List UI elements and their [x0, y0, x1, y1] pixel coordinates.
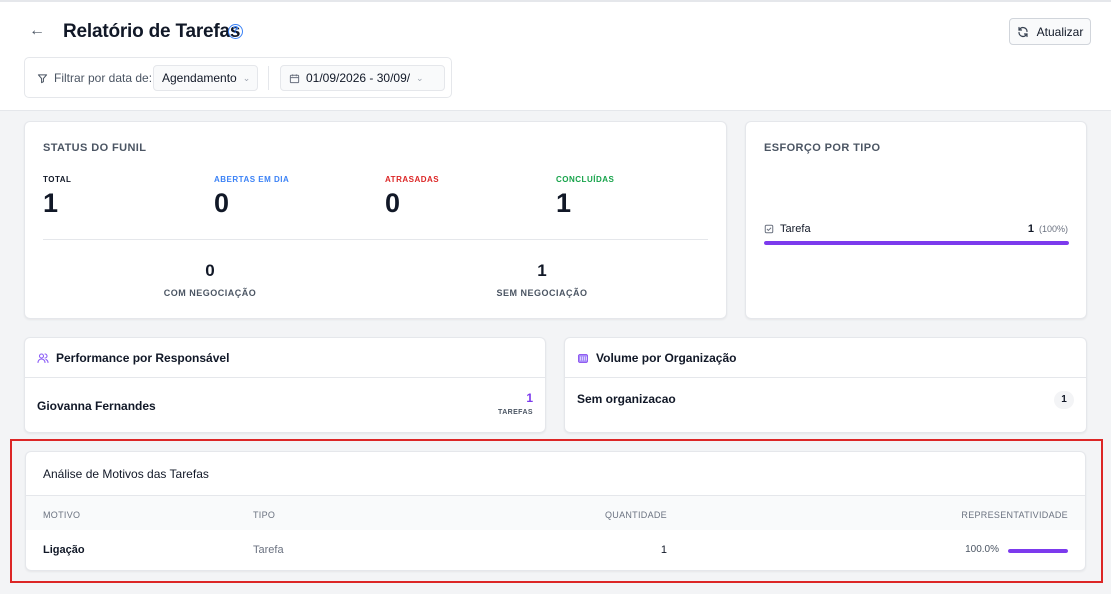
stat-open-value: 0 [214, 188, 230, 218]
page-title: Relatório de Tarefas [63, 21, 241, 42]
filter-divider [268, 66, 269, 90]
col-motivo: MOTIVO [43, 510, 81, 520]
date-range-value: 01/09/2026 - 30/09/2026 [306, 71, 410, 85]
top-bar: ← Relatório de Tarefas ? Atualizar Filtr… [0, 0, 1111, 111]
stat-late-value: 0 [385, 188, 401, 218]
organization-count-badge: 1 [1054, 391, 1074, 409]
stat-done-label: CONCLUÍDAS [556, 175, 615, 184]
stat-late-label: ATRASADAS [385, 175, 440, 184]
effort-progress-bar [764, 241, 1069, 245]
effort-by-type-card: ESFORÇO POR TIPO Tarefa 1 (100%) [745, 121, 1087, 319]
stat-total-label: TOTAL [43, 175, 72, 184]
effort-item-count: 1 (100%) [1028, 223, 1068, 235]
help-icon[interactable]: ? [228, 24, 243, 39]
reasons-header: Análise de Motivos das Tarefas [26, 452, 1085, 496]
col-quantidade: QUANTIDADE [604, 510, 667, 520]
refresh-icon [1018, 26, 1028, 37]
chevron-down-icon: ⌄ [242, 72, 251, 83]
effort-progress-fill [764, 241, 1069, 245]
row-quantidade: 1 [660, 544, 667, 556]
date-type-select[interactable]: Agendamento ⌄ [153, 65, 258, 91]
reason-progress-bar [1008, 549, 1068, 553]
volume-card: Volume por Organização Sem organizacao 1 [564, 337, 1087, 433]
volume-header: Volume por Organização [565, 338, 1086, 378]
stat-done-value: 1 [556, 188, 572, 218]
effort-percent: (100%) [1038, 224, 1068, 234]
effort-item-label: Tarefa [764, 223, 811, 235]
filter-label: Filtrar por data de: [37, 71, 152, 85]
funnel-status-card: STATUS DO FUNIL TOTAL 1 ABERTAS EM DIA 0… [24, 121, 727, 319]
organization-name: Sem organizacao [577, 392, 676, 406]
back-arrow-icon[interactable]: ← [28, 22, 46, 40]
owner-task-unit: TAREFAS [498, 409, 533, 416]
effort-item-name: Tarefa [780, 223, 811, 235]
row-percent: 100.0% [965, 544, 999, 555]
checkbox-icon [764, 224, 774, 234]
building-icon [578, 353, 588, 363]
performance-card: Performance por Responsável Giovanna Fer… [24, 337, 546, 433]
performance-header: Performance por Responsável [25, 338, 545, 378]
reasons-table-header: MOTIVO TIPO QUANTIDADE REPRESENTATIVIDAD… [26, 496, 1085, 530]
row-motivo: Ligação [43, 544, 85, 556]
users-icon [37, 352, 49, 363]
reasons-title: Análise de Motivos das Tarefas [43, 466, 209, 481]
owner-name: Giovanna Fernandes [37, 399, 156, 413]
col-representatividade: REPRESENTATIVIDADE [961, 510, 1068, 520]
stat-total-value: 1 [43, 188, 59, 218]
refresh-button[interactable]: Atualizar [1009, 18, 1091, 45]
refresh-label: Atualizar [1036, 24, 1084, 39]
effort-title: ESFORÇO POR TIPO [764, 142, 881, 154]
with-deal-value: 0 [205, 261, 215, 280]
funnel-title: STATUS DO FUNIL [43, 142, 147, 154]
performance-title: Performance por Responsável [56, 350, 230, 365]
stat-open-label: ABERTAS EM DIA [214, 175, 290, 184]
owner-task-count: 1 [526, 391, 533, 405]
without-deal-value: 1 [537, 261, 547, 280]
table-row: Ligação Tarefa 1 100.0% [26, 530, 1085, 570]
col-tipo: TIPO [253, 510, 276, 520]
filter-icon [37, 73, 48, 83]
with-deal-label: COM NEGOCIAÇÃO [163, 288, 257, 298]
row-tipo: Tarefa [253, 544, 284, 556]
chevron-down-icon: ⌄ [416, 72, 424, 83]
date-type-value: Agendamento [162, 71, 237, 85]
without-deal-label: SEM NEGOCIAÇÃO [496, 288, 588, 298]
reasons-analysis-card: Análise de Motivos das Tarefas MOTIVO TI… [25, 451, 1086, 571]
effort-count: 1 [1027, 223, 1034, 235]
filter-label-text: Filtrar por data de: [54, 71, 153, 85]
reason-progress-fill [1008, 549, 1068, 553]
date-filter-bar: Filtrar por data de: Agendamento ⌄ 01/09… [24, 57, 452, 98]
calendar-icon [289, 73, 300, 83]
date-range-picker[interactable]: 01/09/2026 - 30/09/2026 ⌄ [280, 65, 445, 91]
volume-title: Volume por Organização [596, 350, 737, 365]
funnel-divider [43, 239, 708, 240]
